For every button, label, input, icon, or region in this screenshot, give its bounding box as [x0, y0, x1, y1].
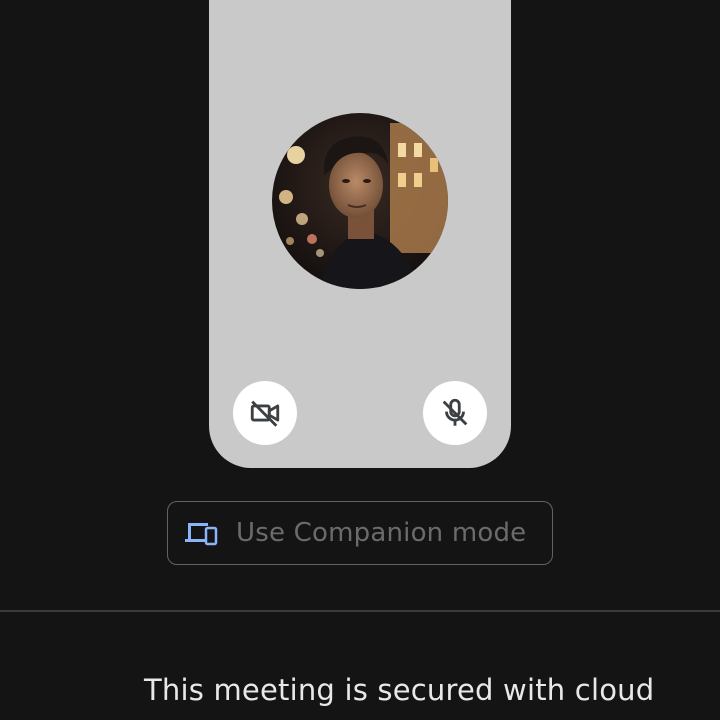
mic-toggle-button[interactable]	[423, 381, 487, 445]
mic-off-icon	[442, 398, 468, 426]
meeting-security-notice: This meeting is secured with cloud	[144, 673, 655, 707]
self-view-preview	[209, 0, 511, 468]
companion-mode-label: Use Companion mode	[236, 518, 527, 548]
devices-icon	[184, 520, 218, 546]
meeting-preview-screen: Use Companion mode This meeting is secur…	[0, 0, 720, 720]
avatar	[272, 113, 448, 289]
divider	[0, 610, 720, 612]
use-companion-mode-button[interactable]: Use Companion mode	[167, 501, 553, 565]
camera-toggle-button[interactable]	[233, 381, 297, 445]
video-off-icon	[250, 400, 280, 427]
avatar-photo	[272, 113, 448, 289]
